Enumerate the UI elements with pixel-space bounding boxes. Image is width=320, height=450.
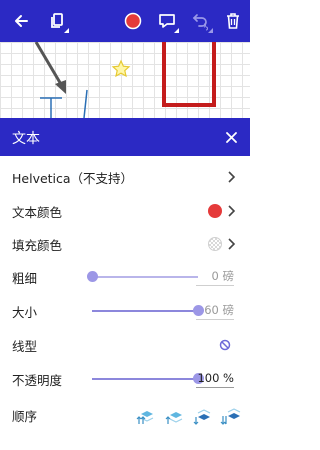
delete-icon[interactable] [220,8,246,34]
opacity-row: 不透明度 100 % [0,364,250,394]
chevron-right-icon [228,171,236,183]
text-color-label: 文本颜色 [12,205,63,220]
fill-color-swatch [208,237,222,251]
no-line-icon [219,339,231,351]
size-value-input[interactable]: 60 磅 [196,302,234,320]
text-color-swatch [208,204,222,218]
rectangle-annotation[interactable] [162,42,216,107]
order-buttons [136,405,242,427]
thickness-row: 粗细 0 磅 [0,262,250,292]
top-toolbar [0,0,250,42]
undo-icon[interactable] [188,8,214,34]
thickness-slider-thumb[interactable] [86,271,98,282]
thickness-value-input[interactable]: 0 磅 [196,268,234,286]
size-slider-fill [92,310,198,312]
color-circle-icon[interactable] [120,8,146,34]
text-annotation[interactable] [40,89,88,118]
thickness-slider[interactable] [92,276,198,278]
close-icon[interactable] [220,126,242,148]
send-backward-icon[interactable] [192,405,214,427]
drawing-canvas[interactable] [0,42,250,118]
copy-icon[interactable] [44,8,70,34]
order-row: 顺序 [0,400,250,430]
opacity-slider-fill [92,378,198,380]
opacity-value-input[interactable]: 100 % [196,370,234,388]
font-label: Helvetica（不支持） [12,171,134,186]
line-type-label: 线型 [12,339,38,354]
font-row[interactable]: Helvetica（不支持） [0,162,250,192]
size-slider[interactable] [92,310,198,312]
fill-color-row[interactable]: 填充颜色 [0,229,250,259]
opacity-slider[interactable] [92,378,198,380]
text-color-row[interactable]: 文本颜色 [0,196,250,226]
arrow-annotation[interactable] [34,42,66,94]
text-properties-header: 文本 [0,118,250,156]
panel-title: 文本 [12,131,40,147]
bring-forward-icon[interactable] [164,405,186,427]
thickness-label: 粗细 [12,271,38,286]
bring-to-front-icon[interactable] [136,405,158,427]
star-stamp[interactable] [111,59,131,78]
fill-color-label: 填充颜色 [12,238,63,253]
chevron-right-icon [228,205,236,217]
text-properties-panel: Helvetica（不支持） 文本颜色 填充颜色 粗细 0 磅 大小 60 磅 … [0,156,250,450]
size-row: 大小 60 磅 [0,296,250,326]
order-label: 顺序 [12,409,38,424]
send-to-back-icon[interactable] [220,405,242,427]
size-label: 大小 [12,305,38,320]
line-type-row[interactable]: 线型 [0,330,250,360]
opacity-label: 不透明度 [12,373,63,388]
chevron-right-icon [228,238,236,250]
comment-icon[interactable] [154,8,180,34]
back-arrow-icon[interactable] [8,8,34,34]
